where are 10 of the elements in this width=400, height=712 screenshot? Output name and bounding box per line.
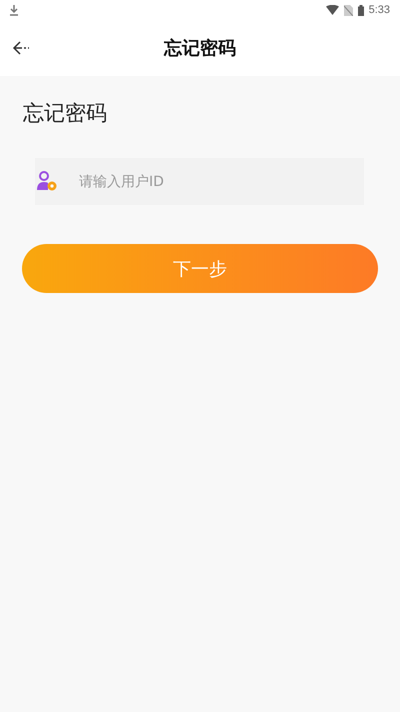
- next-button[interactable]: 下一步: [22, 244, 378, 293]
- no-sim-icon: [344, 4, 353, 16]
- status-time: 5:33: [368, 4, 390, 16]
- page-title: 忘记密码: [164, 37, 236, 60]
- back-arrow-icon: [12, 41, 32, 55]
- user-id-field[interactable]: 请输入用户ID: [35, 158, 364, 205]
- battery-icon: [358, 4, 364, 16]
- download-icon: [9, 4, 19, 16]
- wifi-icon: [326, 5, 339, 15]
- heading: 忘记密码: [23, 100, 108, 127]
